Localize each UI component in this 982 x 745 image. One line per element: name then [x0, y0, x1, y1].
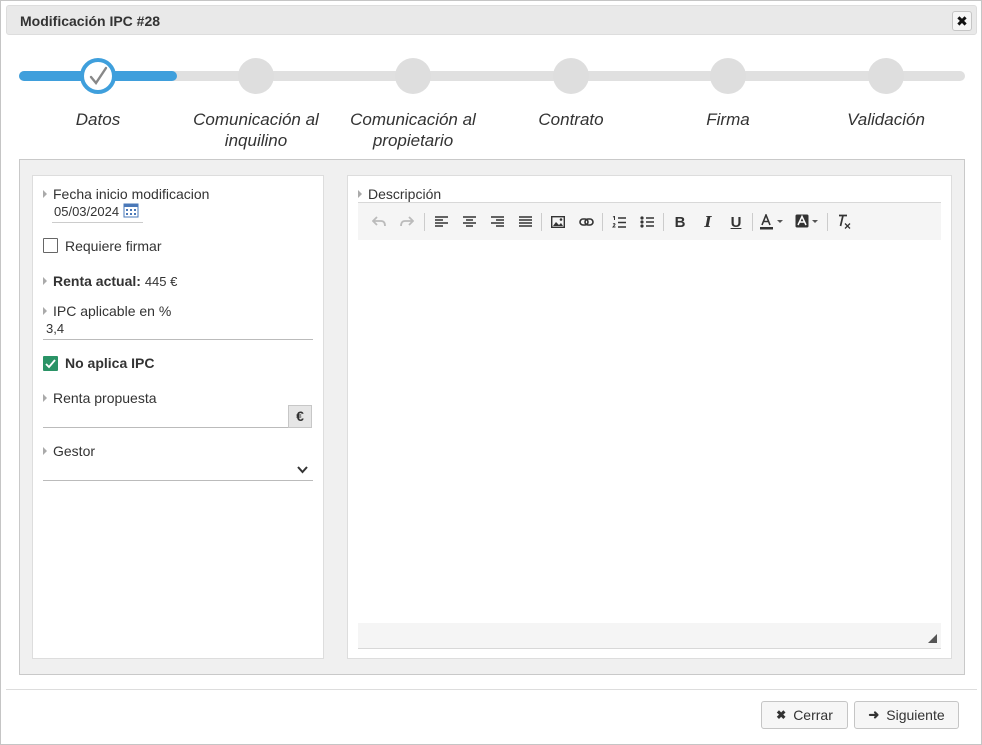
step-label: Comunicación al propietario	[350, 110, 476, 150]
step-label: Comunicación al inquilino	[193, 110, 319, 150]
dialog-titlebar: Modificación IPC #28 ✖	[6, 5, 977, 35]
close-icon: ✖	[776, 708, 787, 722]
editor-area[interactable]	[358, 241, 941, 622]
siguiente-label: Siguiente	[886, 707, 945, 723]
form-panel: Fecha inicio modificacion 05/03/2024 Req…	[32, 175, 324, 659]
italic-icon[interactable]: I	[697, 212, 719, 232]
underline-icon[interactable]: U	[725, 212, 747, 232]
step-comunicacion-propietario[interactable]: Comunicación al propietario	[333, 56, 493, 151]
chevron-down-icon[interactable]	[297, 466, 308, 474]
step-indicator	[553, 58, 589, 94]
align-justify-icon[interactable]	[514, 212, 536, 232]
image-icon[interactable]	[547, 212, 569, 232]
step-indicator	[868, 58, 904, 94]
arrow-right-icon: ➜	[868, 707, 880, 722]
background-color-icon[interactable]	[793, 212, 823, 232]
renta-propuesta-input[interactable]	[43, 405, 288, 428]
step-datos[interactable]: Datos	[18, 56, 178, 130]
fecha-label: Fecha inicio modificacion	[43, 186, 209, 202]
step-label: Firma	[706, 110, 750, 129]
checkmark-icon	[45, 359, 56, 369]
redo-icon[interactable]	[396, 212, 418, 232]
renta-actual-field: Renta actual: 445 €	[43, 273, 177, 289]
requiere-firmar-label: Requiere firmar	[65, 238, 162, 254]
resize-handle-icon[interactable]	[928, 634, 937, 643]
unordered-list-icon[interactable]	[636, 212, 658, 232]
step-label: Datos	[75, 110, 121, 129]
check-icon	[89, 66, 108, 86]
clear-format-icon[interactable]	[833, 212, 855, 232]
no-aplica-ipc-checkbox[interactable]	[43, 356, 58, 371]
align-left-icon[interactable]	[430, 212, 452, 232]
align-right-icon[interactable]	[486, 212, 508, 232]
text-color-icon[interactable]	[758, 212, 788, 232]
undo-icon[interactable]	[368, 212, 390, 232]
editor-toolbar: B I U	[358, 202, 941, 240]
cerrar-label: Cerrar	[793, 707, 833, 723]
gestor-label: Gestor	[43, 443, 95, 459]
step-indicator	[710, 58, 746, 94]
renta-propuesta-label: Renta propuesta	[43, 390, 157, 406]
step-label: Contrato	[538, 110, 604, 129]
wizard-content: Fecha inicio modificacion 05/03/2024 Req…	[19, 159, 965, 675]
gestor-select[interactable]	[43, 458, 313, 481]
euro-addon: €	[288, 405, 312, 428]
ipc-label: IPC aplicable en %	[43, 303, 171, 319]
step-validacion[interactable]: Validación	[806, 56, 966, 130]
step-label: Validación	[847, 110, 925, 129]
ordered-list-icon[interactable]	[608, 212, 630, 232]
footer-divider	[6, 689, 977, 690]
dialog: Modificación IPC #28 ✖ Datos Comunicació…	[0, 0, 982, 745]
description-panel: Descripción B I U	[347, 175, 952, 659]
renta-actual-label: Renta actual:	[53, 273, 141, 289]
step-firma[interactable]: Firma	[648, 56, 808, 130]
cerrar-button[interactable]: ✖ Cerrar	[761, 701, 848, 729]
renta-actual-value: 445 €	[144, 274, 178, 289]
editor-statusbar	[358, 623, 941, 649]
link-icon[interactable]	[575, 212, 597, 232]
step-indicator	[395, 58, 431, 94]
siguiente-button[interactable]: ➜ Siguiente	[854, 701, 959, 729]
bold-icon[interactable]: B	[669, 212, 691, 232]
descripcion-label: Descripción	[358, 186, 441, 202]
dialog-title: Modificación IPC #28	[20, 13, 161, 29]
wizard-stepper: Datos Comunicación al inquilino Comunica…	[19, 56, 965, 156]
step-contrato[interactable]: Contrato	[491, 56, 651, 130]
step-comunicacion-inquilino[interactable]: Comunicación al inquilino	[176, 56, 336, 151]
step-indicator	[238, 58, 274, 94]
align-center-icon[interactable]	[458, 212, 480, 232]
requiere-firmar-checkbox[interactable]	[43, 238, 58, 253]
calendar-icon[interactable]	[123, 202, 139, 218]
no-aplica-ipc-label: No aplica IPC	[65, 355, 155, 371]
step-done-indicator	[80, 58, 116, 94]
ipc-input[interactable]: 3,4	[43, 321, 313, 340]
close-dialog-button[interactable]: ✖	[952, 11, 972, 31]
